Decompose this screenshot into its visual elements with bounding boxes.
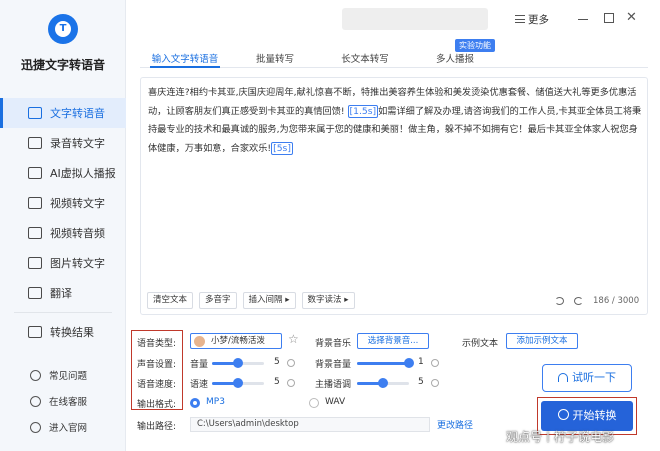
result-icon	[28, 326, 42, 338]
titlebar: 更多 ✕	[126, 0, 660, 40]
support-icon	[30, 395, 41, 407]
tone-label: 主播语调	[315, 380, 352, 390]
avatar	[194, 336, 205, 347]
video-icon	[28, 197, 42, 209]
ai-avatar-icon	[28, 167, 42, 179]
sample-text-label: 示例文本	[462, 339, 499, 349]
video-audio-icon	[28, 227, 42, 239]
bg-volume-slider[interactable]	[357, 358, 414, 368]
sidebar-item-image-to-text[interactable]: 图片转文字	[0, 248, 126, 278]
tone-value: 5	[418, 377, 424, 387]
volume-value: 5	[274, 357, 280, 367]
sidebar-nav: 文字转语音 录音转文字 AI虚拟人播报 视频转文字 视频转音频 图片转文字 翻译	[0, 98, 126, 347]
output-path-field[interactable]: C:\Users\admin\desktop	[190, 417, 430, 432]
start-convert-button[interactable]: 开始转换	[541, 401, 633, 431]
volume-slider-knob[interactable]	[233, 358, 243, 368]
sidebar-item-video-to-audio[interactable]: 视频转音频	[0, 218, 126, 248]
redo-icon[interactable]	[574, 297, 583, 305]
translate-icon	[28, 287, 42, 299]
polyphone-button[interactable]: 多音字	[199, 292, 237, 309]
beta-badge: 实验功能	[455, 39, 495, 52]
pause-tag[interactable]: [1.5s]	[347, 104, 379, 118]
help-icon	[30, 369, 41, 381]
number-reading-button[interactable]: 数字读法 ▸	[301, 292, 355, 309]
format-wav-radio[interactable]	[309, 398, 319, 408]
bg-music-button[interactable]: 选择背景音...	[357, 333, 429, 349]
app-name: 迅捷文字转语音	[20, 58, 105, 72]
pause-tag[interactable]: [5s]	[271, 141, 293, 155]
sidebar-item-results[interactable]: 转换结果	[0, 317, 126, 347]
undo-icon[interactable]	[555, 297, 564, 305]
voice-type-label: 语音类型:	[137, 339, 177, 349]
bg-volume-value: 1	[418, 357, 424, 367]
minimize-icon[interactable]	[578, 19, 588, 20]
tab-long-text[interactable]: 长文本转写	[320, 46, 410, 67]
bg-volume-slider-knob[interactable]	[404, 358, 414, 368]
speed-label: 语音速度:	[137, 380, 177, 390]
sound-setting-label: 声音设置:	[137, 360, 177, 370]
char-count: 186 / 3000	[593, 296, 640, 306]
reset-bg-volume-icon[interactable]	[431, 359, 439, 367]
insert-pause-button[interactable]: 插入间隔 ▸	[242, 292, 296, 309]
speed-slider[interactable]	[212, 378, 264, 388]
editor-toolbar: 清空文本 多音字 插入间隔 ▸ 数字读法 ▸	[147, 292, 355, 309]
format-label: 输出格式:	[137, 400, 177, 410]
website-icon	[30, 421, 41, 433]
reset-tone-icon[interactable]	[431, 379, 439, 387]
website-link[interactable]: 进入官网	[0, 414, 126, 440]
blurred-region	[342, 8, 488, 30]
bg-volume-label: 背景音量	[315, 360, 352, 370]
tab-bar: 输入文字转语音 批量转写 长文本转写 多人播报	[140, 46, 648, 68]
favorite-star-icon[interactable]: ☆	[288, 332, 299, 346]
close-icon[interactable]: ✕	[626, 10, 637, 25]
editor-content[interactable]: 喜庆连连?相约卡其亚,庆国庆迎周年,献礼惊喜不断，特推出美容养生体验和美发烫染优…	[148, 84, 644, 158]
tone-slider[interactable]	[357, 378, 409, 388]
reset-volume-icon[interactable]	[287, 359, 295, 367]
recording-icon	[28, 137, 42, 149]
bg-music-label: 背景音乐	[315, 339, 352, 349]
sidebar-divider	[14, 312, 112, 313]
app-logo-icon: T	[48, 14, 78, 44]
sidebar-item-recording-to-text[interactable]: 录音转文字	[0, 128, 126, 158]
text-editor[interactable]: 喜庆连连?相约卡其亚,庆国庆迎周年,献礼惊喜不断，特推出美容养生体验和美发烫染优…	[140, 77, 648, 315]
watermark: 观点号丨柠子说电影	[506, 430, 615, 444]
clear-text-button[interactable]: 清空文本	[147, 292, 194, 309]
format-wav-label[interactable]: WAV	[325, 397, 345, 407]
maximize-icon[interactable]	[604, 13, 614, 23]
support-link[interactable]: 在线客服	[0, 388, 126, 414]
change-path-link[interactable]: 更改路径	[437, 418, 473, 431]
image-icon	[28, 257, 42, 269]
format-mp3-label[interactable]: MP3	[206, 397, 225, 407]
add-sample-text-button[interactable]: 添加示例文本	[506, 333, 578, 349]
more-button[interactable]: 更多	[528, 12, 549, 27]
volume-label: 音量	[190, 360, 209, 370]
speed-slider-knob[interactable]	[233, 378, 243, 388]
sidebar-item-translate[interactable]: 翻译	[0, 278, 126, 308]
sidebar-item-ai-avatar[interactable]: AI虚拟人播报	[0, 158, 126, 188]
voice-select[interactable]: 小梦/流畅活泼	[190, 333, 282, 349]
tab-input-text[interactable]: 输入文字转语音	[140, 46, 230, 68]
editor-status: 186 / 3000	[555, 296, 639, 306]
reset-speed-icon[interactable]	[287, 379, 295, 387]
output-path-label: 输出路径:	[137, 422, 177, 432]
play-icon	[557, 409, 569, 420]
sidebar: T 迅捷文字转语音 文字转语音 录音转文字 AI虚拟人播报 视频转文字 视频转音…	[0, 0, 126, 451]
volume-slider[interactable]	[212, 358, 264, 368]
menu-icon[interactable]	[515, 15, 525, 23]
sidebar-bottom-links: 常见问题 在线客服 进入官网	[0, 362, 126, 440]
speed-value: 5	[274, 377, 280, 387]
text-to-speech-icon	[28, 107, 42, 119]
help-link[interactable]: 常见问题	[0, 362, 126, 388]
tab-batch[interactable]: 批量转写	[230, 46, 320, 67]
tone-slider-knob[interactable]	[378, 378, 388, 388]
headphone-icon	[558, 373, 568, 382]
sidebar-item-video-to-text[interactable]: 视频转文字	[0, 188, 126, 218]
listen-button[interactable]: 试听一下	[542, 364, 632, 392]
sidebar-item-text-to-speech[interactable]: 文字转语音	[0, 98, 126, 128]
format-mp3-radio[interactable]	[190, 398, 200, 408]
speed-name-label: 语速	[190, 380, 209, 390]
